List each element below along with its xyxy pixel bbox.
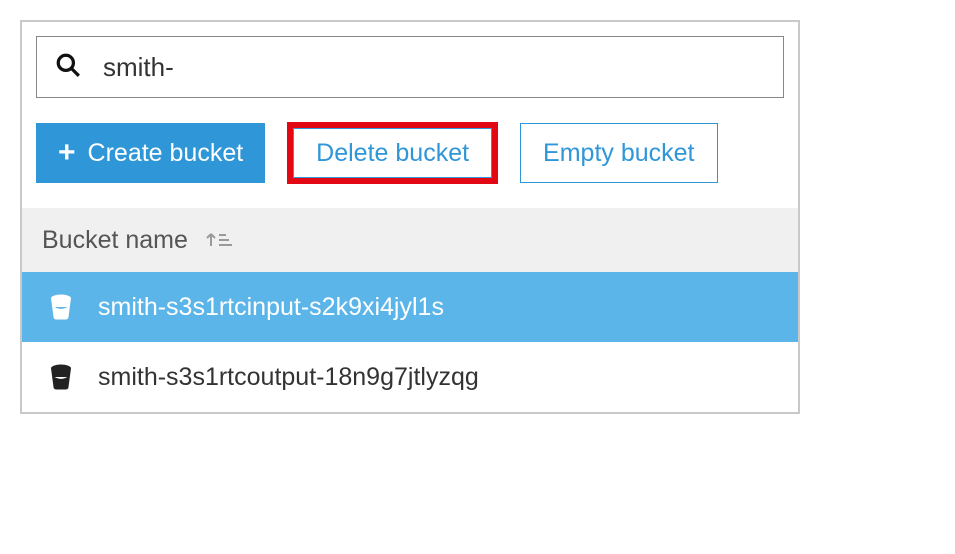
bucket-name: smith-s3s1rtcinput-s2k9xi4jyl1s [98,293,444,322]
column-header-bucket-name[interactable]: Bucket name [42,226,188,255]
bucket-icon [46,362,76,392]
plus-icon: + [58,138,76,168]
sort-asc-icon[interactable] [206,228,234,252]
create-bucket-label: Create bucket [88,139,244,168]
bucket-row[interactable]: smith-s3s1rtcinput-s2k9xi4jyl1s [22,272,798,342]
bucket-panel: + Create bucket Delete bucket Empty buck… [20,20,800,414]
delete-bucket-highlight: Delete bucket [287,122,498,184]
search-icon [55,52,81,83]
search-input[interactable] [103,52,765,83]
bucket-row[interactable]: smith-s3s1rtcoutput-18n9g7jtlyzqg [22,342,798,412]
bucket-icon [46,292,76,322]
empty-bucket-button[interactable]: Empty bucket [520,123,717,183]
delete-bucket-label: Delete bucket [316,139,469,168]
action-bar: + Create bucket Delete bucket Empty buck… [36,98,784,208]
delete-bucket-button[interactable]: Delete bucket [293,128,492,178]
search-bar[interactable] [36,36,784,98]
create-bucket-button[interactable]: + Create bucket [36,123,265,183]
table-header: Bucket name [22,208,798,272]
bucket-name: smith-s3s1rtcoutput-18n9g7jtlyzqg [98,363,479,392]
empty-bucket-label: Empty bucket [543,139,694,168]
